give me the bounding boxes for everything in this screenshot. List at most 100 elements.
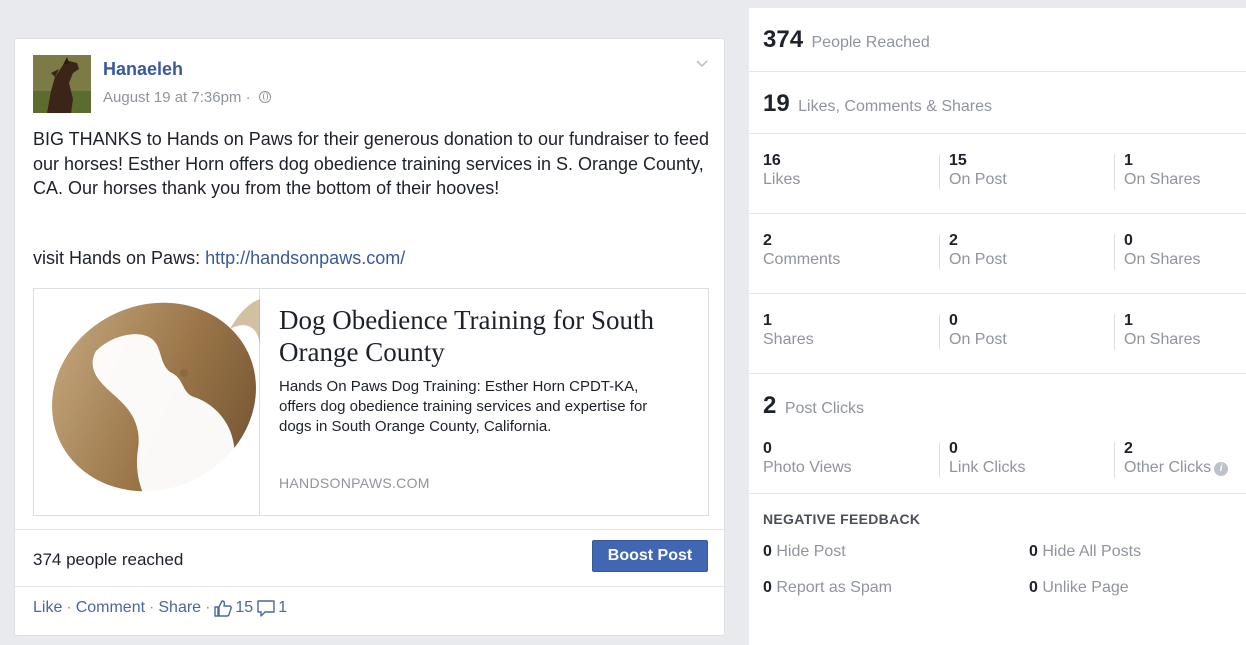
divider bbox=[1114, 154, 1115, 190]
globe-icon bbox=[258, 91, 271, 103]
comments-row: 2 Comments 2 On Post 0 On Shares bbox=[749, 214, 1246, 294]
stat-value: 0 bbox=[763, 440, 772, 457]
comment-link[interactable]: Comment bbox=[76, 599, 145, 617]
unlike-page-stat: 0 Unlike Page bbox=[1029, 579, 1129, 597]
comment-count-value: 1 bbox=[278, 599, 288, 616]
link-preview-domain: HANDSONPAWS.COM bbox=[279, 475, 430, 491]
stat-value: 2 bbox=[949, 232, 958, 249]
stat-value: 0 bbox=[949, 312, 958, 329]
engagement-value: 19 bbox=[763, 90, 790, 117]
stat-value: 0 bbox=[763, 579, 772, 596]
post-clicks-row: 2 Post Clicks 0 Photo Views 0 Link Click… bbox=[749, 374, 1246, 494]
link-clicks-stat: 0 Link Clicks bbox=[949, 440, 1025, 477]
divider bbox=[1114, 234, 1115, 270]
like-count-value: 15 bbox=[235, 599, 254, 616]
stat-label: On Post bbox=[949, 251, 1007, 268]
stat-label: Likes bbox=[763, 171, 801, 188]
like-count[interactable]: 15 bbox=[214, 599, 253, 617]
stat-value: 0 bbox=[1029, 579, 1038, 596]
post-message: BIG THANKS to Hands on Paws for their ge… bbox=[33, 129, 710, 198]
stat-label: Other Clicks i bbox=[1124, 459, 1229, 477]
reach-bar: 374 people reached Boost Post bbox=[15, 529, 724, 587]
people-reached-text[interactable]: 374 people reached bbox=[33, 550, 183, 570]
author-name[interactable]: Hanaeleh bbox=[103, 59, 183, 80]
divider bbox=[1114, 442, 1115, 478]
post-actions: Like · Comment · Share · 15 1 bbox=[33, 599, 287, 617]
action-separator: · bbox=[66, 599, 72, 616]
divider bbox=[939, 154, 940, 190]
stat-value: 15 bbox=[949, 152, 967, 169]
divider bbox=[939, 314, 940, 350]
handsonpaws-logo bbox=[52, 299, 260, 515]
comments-on-shares-stat: 0 On Shares bbox=[1124, 232, 1200, 269]
action-separator: · bbox=[149, 599, 155, 616]
stat-label: On Shares bbox=[1124, 171, 1201, 188]
stat-label: On Post bbox=[949, 331, 1007, 348]
shares-total-stat: 1 Shares bbox=[763, 312, 814, 349]
comments-on-post-stat: 2 On Post bbox=[949, 232, 1007, 269]
visit-link[interactable]: http://handsonpaws.com/ bbox=[205, 248, 405, 268]
hide-all-posts-stat: 0 Hide All Posts bbox=[1029, 543, 1141, 561]
post-visit-line: visit Hands on Paws: http://handsonpaws.… bbox=[33, 248, 405, 269]
stat-label: Hide All Posts bbox=[1042, 543, 1142, 560]
stat-value: 2 bbox=[1124, 440, 1133, 457]
people-reached-row: 374 People Reached bbox=[749, 8, 1246, 72]
stat-label: On Shares bbox=[1124, 251, 1201, 268]
stat-value: 1 bbox=[763, 312, 772, 329]
report-spam-stat: 0 Report as Spam bbox=[763, 579, 892, 597]
stat-value: 1 bbox=[1124, 312, 1133, 329]
stat-label: Photo Views bbox=[763, 459, 852, 476]
shares-on-shares-stat: 1 On Shares bbox=[1124, 312, 1200, 349]
likes-on-post-stat: 15 On Post bbox=[949, 152, 1007, 189]
negative-feedback-title: NEGATIVE FEEDBACK bbox=[763, 511, 921, 527]
shares-on-post-stat: 0 On Post bbox=[949, 312, 1007, 349]
post-clicks-value: 2 bbox=[763, 392, 777, 419]
stat-label: On Post bbox=[949, 171, 1007, 188]
engagement-label: Likes, Comments & Shares bbox=[798, 98, 993, 115]
likes-total-stat: 16 Likes bbox=[763, 152, 800, 189]
post-timestamp[interactable]: August 19 at 7:36pm · bbox=[103, 89, 271, 106]
action-separator: · bbox=[205, 599, 211, 616]
photo-views-stat: 0 Photo Views bbox=[763, 440, 852, 477]
stat-value: 2 bbox=[763, 232, 772, 249]
shares-row: 1 Shares 0 On Post 1 On Shares bbox=[749, 294, 1246, 374]
chevron-down-icon[interactable] bbox=[696, 57, 708, 69]
share-link[interactable]: Share bbox=[158, 599, 201, 617]
divider bbox=[1114, 314, 1115, 350]
stat-label: Link Clicks bbox=[949, 459, 1026, 476]
stat-value: 1 bbox=[1124, 152, 1133, 169]
thumbs-up-icon bbox=[214, 599, 233, 617]
stat-label: Unlike Page bbox=[1042, 579, 1129, 596]
other-clicks-stat: 2 Other Clicks i bbox=[1124, 440, 1229, 477]
info-icon[interactable]: i bbox=[1214, 462, 1229, 476]
stat-label: Hide Post bbox=[776, 543, 846, 560]
boost-post-button[interactable]: Boost Post bbox=[592, 540, 708, 572]
link-preview[interactable]: Dog Obedience Training for South Orange … bbox=[33, 288, 709, 516]
comment-count[interactable]: 1 bbox=[257, 599, 287, 617]
post-clicks-label: Post Clicks bbox=[784, 400, 864, 417]
divider bbox=[939, 234, 940, 270]
people-reached-label: People Reached bbox=[811, 34, 930, 51]
comments-total-stat: 2 Comments bbox=[763, 232, 840, 269]
timestamp-text[interactable]: August 19 at 7:36pm · bbox=[103, 89, 251, 106]
divider bbox=[939, 442, 940, 478]
likes-on-shares-stat: 1 On Shares bbox=[1124, 152, 1200, 189]
author-avatar[interactable] bbox=[33, 55, 91, 113]
people-reached-value: 374 bbox=[763, 26, 804, 53]
insights-panel: 374 People Reached 19 Likes, Comments & … bbox=[749, 8, 1246, 645]
link-preview-title[interactable]: Dog Obedience Training for South Orange … bbox=[279, 304, 689, 368]
stat-label: On Shares bbox=[1124, 331, 1201, 348]
link-preview-description: Hands On Paws Dog Training: Esther Horn … bbox=[279, 378, 648, 435]
stat-value: 16 bbox=[763, 152, 781, 169]
post-card: Hanaeleh August 19 at 7:36pm · BIG THANK… bbox=[14, 38, 725, 636]
stat-value: 0 bbox=[949, 440, 958, 457]
stat-label: Comments bbox=[763, 251, 841, 268]
link-preview-image[interactable] bbox=[34, 289, 260, 515]
engagement-row: 19 Likes, Comments & Shares bbox=[749, 72, 1246, 134]
like-link[interactable]: Like bbox=[33, 599, 62, 617]
other-clicks-label: Other Clicks bbox=[1124, 459, 1212, 476]
stat-value: 0 bbox=[763, 543, 772, 560]
comment-bubble-icon bbox=[257, 599, 275, 617]
likes-row: 16 Likes 15 On Post 1 On Shares bbox=[749, 134, 1246, 214]
stat-value: 0 bbox=[1124, 232, 1133, 249]
